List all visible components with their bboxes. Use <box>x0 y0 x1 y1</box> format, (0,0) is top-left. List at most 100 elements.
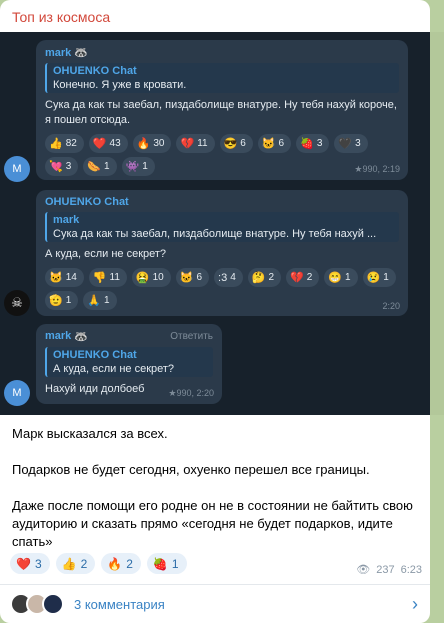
reaction-chip[interactable]: 🍓 1 <box>146 553 187 574</box>
reaction-chip[interactable]: 🤔 2 <box>247 268 282 287</box>
reaction-count: 1 <box>103 161 110 172</box>
reaction-chip[interactable]: 🫡 1 <box>45 291 79 310</box>
chat-background <box>430 32 444 415</box>
reaction-chip[interactable]: 😢 1 <box>362 268 396 287</box>
reaction-chip[interactable]: :3 4 <box>214 268 243 287</box>
reply-link[interactable]: Ответить <box>170 331 213 342</box>
reaction-count: 3 <box>316 138 323 149</box>
post-time: 6:23 <box>400 563 422 576</box>
reaction-chip[interactable]: 👍 82 <box>45 134 84 153</box>
reply-quote: mark Сука да как ты заебал, пиздаболище … <box>45 212 399 242</box>
chevron-right-icon: › <box>412 594 418 614</box>
reaction-count: 1 <box>103 295 110 306</box>
reaction-count: 2 <box>80 556 88 571</box>
reaction-count: 14 <box>65 272 77 283</box>
reaction-chip[interactable]: 🔥 2 <box>101 553 141 574</box>
reaction-chip[interactable]: 😎 6 <box>219 134 253 153</box>
comments-button[interactable]: 3 комментария › <box>0 585 430 623</box>
reaction-chip[interactable]: 🐱 6 <box>257 134 292 153</box>
reaction-emoji: 🐱 <box>261 138 276 150</box>
reaction-chip[interactable]: 🙏 1 <box>83 291 117 310</box>
reaction-count: 2 <box>126 556 133 571</box>
eye-icon: 👁 <box>356 564 371 576</box>
reaction-emoji: 💘 <box>49 161 63 173</box>
post-caption: Марк высказался за всех. Подарков не буд… <box>12 425 422 569</box>
reaction-count: 82 <box>65 138 77 149</box>
caption-paragraph: Марк высказался за всех. <box>12 426 168 441</box>
message-meta: ★990, 2:19 <box>354 164 400 174</box>
reaction-chip[interactable]: 👾 1 <box>121 157 155 176</box>
reaction-emoji: 😁 <box>328 272 342 284</box>
quote-text: Сука да как ты заебал, пиздаболище внату… <box>53 228 377 240</box>
reaction-chip[interactable]: 😁 1 <box>324 268 358 287</box>
reaction-emoji: 👍 <box>49 138 63 150</box>
avatar[interactable]: ☠ <box>4 290 30 316</box>
reaction-chip[interactable]: 💘 3 <box>45 157 79 176</box>
reaction-emoji: 🐱 <box>49 272 63 284</box>
reaction-chip[interactable]: ❤️ 43 <box>88 134 128 153</box>
avatar[interactable]: M <box>4 156 30 182</box>
reaction-count: 6 <box>196 272 203 283</box>
view-count: 237 <box>376 563 395 576</box>
quote-text: А куда, если не секрет? <box>53 363 175 375</box>
reaction-chip[interactable]: 🖤 3 <box>334 134 368 153</box>
reaction-emoji: 🫡 <box>49 295 63 307</box>
reaction-list: 👍 82 ❤️ 43 🔥 30 💔 11 😎 6 🐱 6 🍓 3 🖤 3 💘 3 🌭 1 👾 1 <box>45 134 399 176</box>
avatar[interactable]: M <box>4 380 30 406</box>
reaction-count: 43 <box>109 138 121 149</box>
reaction-chip[interactable]: 🍓 3 <box>296 134 330 153</box>
sender-name: OHUENKO Chat <box>45 196 129 208</box>
reaction-emoji: 🤔 <box>251 272 266 284</box>
sender-name: mark 🦝 Ответить <box>45 330 213 343</box>
post-reactions: ❤️ 3 👍 2 🔥 2 🍓 1 <box>10 553 187 574</box>
quote-sender: mark <box>53 214 80 226</box>
reaction-emoji: 🍓 <box>152 556 168 571</box>
reaction-count: 11 <box>109 272 120 283</box>
reaction-chip[interactable]: 🐱 14 <box>45 268 84 287</box>
message-bubble: mark 🦝 Ответить OHUENKO Chat А куда, если… <box>36 324 222 404</box>
reaction-chip[interactable]: ❤️ 3 <box>10 553 50 574</box>
message-text: А куда, если не секрет? <box>45 248 167 260</box>
message-text: Сука да как ты заебал, пиздаболище внату… <box>45 99 397 126</box>
reaction-emoji: 👎 <box>92 272 107 284</box>
reaction-chip[interactable]: 🌭 1 <box>83 157 117 176</box>
reaction-chip[interactable]: 💔 2 <box>286 268 320 287</box>
reaction-count: 1 <box>142 161 148 172</box>
reaction-count: 2 <box>268 272 275 283</box>
reaction-chip[interactable]: 🔥 30 <box>132 134 172 153</box>
raccoon-icon: 🦝 <box>74 47 88 59</box>
reaction-emoji: ❤️ <box>16 556 31 571</box>
reaction-chip[interactable]: 🤮 10 <box>131 268 171 287</box>
reaction-emoji: 😢 <box>366 272 381 284</box>
reaction-count: 3 <box>355 138 361 149</box>
comments-label: 3 комментария <box>74 596 165 612</box>
channel-title[interactable]: Топ из космоса <box>12 9 110 25</box>
message-meta: ★990, 2:20 <box>168 388 214 398</box>
reaction-chip[interactable]: 👍 2 <box>55 553 96 574</box>
reaction-count: 3 <box>65 161 72 172</box>
reaction-emoji: ❤️ <box>92 138 107 150</box>
reaction-count: 30 <box>153 138 165 149</box>
reaction-count: 6 <box>278 138 285 149</box>
chat-screenshot[interactable]: mark 🦝 OHUENKO Chat Конечно. Я уже в кров… <box>0 32 430 415</box>
reaction-emoji: 🤮 <box>135 272 150 284</box>
reaction-count: 4 <box>230 272 236 283</box>
message-bubble: mark 🦝 OHUENKO Chat Конечно. Я уже в кров… <box>36 40 408 180</box>
reaction-count: 11 <box>197 138 208 149</box>
reply-quote: OHUENKO Chat А куда, если не секрет? <box>45 347 213 377</box>
reaction-emoji: 😎 <box>223 138 238 150</box>
sender-name: mark 🦝 <box>45 46 88 60</box>
caption-paragraph: Подарков не будет сегодня, охуенко переш… <box>12 462 370 477</box>
reaction-chip[interactable]: 👎 11 <box>88 268 127 287</box>
reaction-list: 🐱 14 👎 11 🤮 10 🐱 6:3 4 🤔 2 💔 2 😁 1 😢 1 🫡 1 🙏 1 <box>45 268 399 310</box>
reaction-chip[interactable]: 💔 11 <box>176 134 215 153</box>
reaction-emoji: 🍓 <box>300 138 314 150</box>
reaction-emoji: 🙏 <box>87 295 101 307</box>
reaction-emoji: 💔 <box>290 272 304 284</box>
reaction-chip[interactable]: 🐱 6 <box>175 268 210 287</box>
raccoon-icon: 🦝 <box>74 331 88 343</box>
reaction-emoji: 🔥 <box>136 138 151 150</box>
reaction-emoji: 🐱 <box>179 272 194 284</box>
reaction-count: 1 <box>345 272 351 283</box>
caption-paragraph: Даже после помощи его родне он не в сост… <box>12 498 413 549</box>
